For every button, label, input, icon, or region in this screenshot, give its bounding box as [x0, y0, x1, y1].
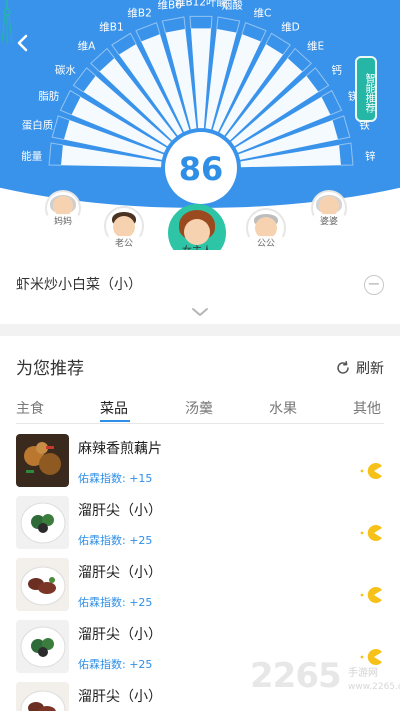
meal-name: 虾米炒小白菜（小）: [16, 277, 142, 293]
nutrient-label: 碳水: [54, 64, 76, 77]
nutrition-header: 能量 蛋白质 脂肪 碳水 维A 维B1 维B2 维B6 维B12叶酸 烟酸 维C 维D 维E 钙镁铁锌 8…: [0, 0, 400, 250]
dish-photo: [16, 682, 69, 711]
member-hostess[interactable]: 女主人: [168, 204, 226, 250]
nutrient-label: 维B2: [127, 7, 152, 20]
remove-meal-button[interactable]: −: [364, 275, 384, 295]
watermark-site: 手游网: [348, 668, 378, 679]
member-husband[interactable]: 老公: [104, 206, 144, 249]
member-grandpa[interactable]: 公公: [246, 208, 286, 250]
add-dish-icon[interactable]: [360, 524, 384, 542]
dish-name: 麻辣香煎藕片: [78, 441, 162, 457]
add-dish-icon[interactable]: [360, 586, 384, 604]
nutrition-score: 86: [178, 150, 224, 188]
add-dish-icon[interactable]: [360, 462, 384, 480]
refresh-icon: [337, 361, 349, 374]
dish-index: 佑霖指数: +25: [78, 658, 153, 671]
refresh-button[interactable]: 刷新: [335, 358, 384, 378]
tassel-icon: [1, 0, 13, 44]
section-divider: [0, 324, 400, 336]
tab-other[interactable]: 其他: [353, 398, 381, 418]
active-tab-indicator: [100, 420, 130, 422]
watermark-number: 2265: [250, 656, 342, 696]
nutrient-label: 维B1: [99, 21, 124, 34]
dish-name: 溜肝尖（小）: [78, 627, 162, 643]
nutrient-label: 维E: [306, 40, 325, 53]
list-item[interactable]: 麻辣香煎藕片 佑霖指数: +15: [16, 434, 384, 489]
list-item[interactable]: 溜肝尖（小） 佑霖指数: +25: [16, 558, 384, 613]
dish-index: 佑霖指数: +25: [78, 596, 153, 609]
site-watermark: 2265 手游网 www.2265.com: [250, 656, 400, 706]
tab-soup[interactable]: 汤羹: [185, 398, 213, 418]
minus-circle-icon: −: [367, 274, 381, 293]
smart-recommend-button[interactable]: 智能推荐: [355, 56, 377, 122]
nutrient-label: 蛋白质: [21, 119, 54, 132]
dish-name: 溜肝尖（小）: [78, 565, 162, 581]
member-mother-in-law[interactable]: 婆婆: [311, 190, 347, 230]
category-tabs: 主食 菜品 汤羹 水果 其他: [16, 398, 384, 424]
dish-photo: [16, 496, 69, 549]
nutrient-label: 维B12叶酸: [174, 0, 228, 9]
section-title: 为您推荐: [16, 359, 84, 379]
dish-index: 佑霖指数: +25: [78, 534, 153, 547]
chevron-down-icon: [192, 308, 208, 316]
list-item[interactable]: 溜肝尖（小） 佑霖指数: +25: [16, 496, 384, 551]
nutrient-label: 钙: [331, 64, 342, 77]
expand-button[interactable]: [191, 306, 209, 318]
dish-name: 溜肝尖（小）: [78, 503, 162, 519]
current-meal-row: 虾米炒小白菜（小） −: [16, 274, 384, 296]
nutrient-label: 锌: [365, 150, 376, 163]
nutrient-label: 能量: [21, 150, 43, 163]
dish-name: 溜肝尖（小）: [78, 689, 162, 705]
nutrient-label: 维C: [253, 7, 272, 20]
member-mom[interactable]: 妈妈: [45, 190, 81, 230]
dish-photo: [16, 558, 69, 611]
nutrient-label: 维A: [77, 40, 96, 53]
nutrient-label: 烟酸: [221, 0, 243, 12]
tab-staple[interactable]: 主食: [16, 398, 44, 418]
dish-photo: [16, 620, 69, 673]
watermark-url: www.2265.com: [348, 682, 400, 692]
tab-fruit[interactable]: 水果: [269, 398, 297, 418]
nutrient-label: 脂肪: [38, 90, 60, 103]
dish-index: 佑霖指数: +15: [78, 472, 153, 485]
refresh-label: 刷新: [356, 361, 384, 377]
nutrient-label: 维D: [281, 21, 300, 34]
dish-photo: [16, 434, 69, 487]
tab-dishes[interactable]: 菜品: [100, 398, 128, 418]
